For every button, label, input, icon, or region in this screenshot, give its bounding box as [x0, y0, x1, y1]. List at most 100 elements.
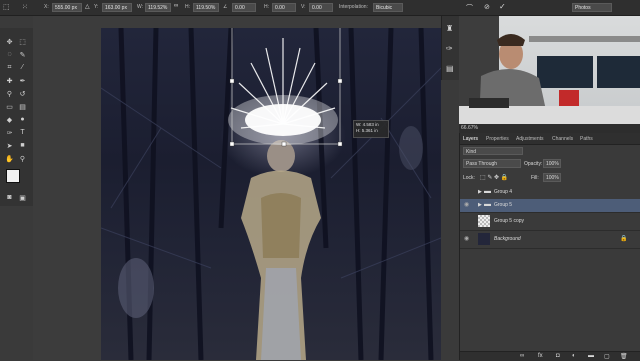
w-label: W: — [137, 4, 144, 10]
history-brush-tool-icon[interactable]: ↺ — [17, 88, 28, 99]
eyedropper-tool-icon[interactable]: ⁄ — [17, 62, 28, 73]
v-skew-field[interactable]: 0.00 — [309, 3, 333, 12]
x-label: X: — [44, 4, 49, 10]
delete-layer-icon[interactable]: 🗑 — [620, 353, 628, 360]
clone-stamp-tool-icon[interactable]: ⚲ — [4, 88, 15, 99]
warp-icon[interactable]: ⌒ — [466, 3, 473, 13]
tab-channels[interactable]: Channels — [552, 136, 573, 142]
interpolation-select[interactable]: Bicubic — [373, 3, 403, 12]
path-select-tool-icon[interactable]: ➤ — [4, 140, 15, 151]
width-field[interactable]: 119.52% — [145, 3, 171, 12]
visibility-toggle[interactable]: ◉ — [464, 202, 471, 209]
add-mask-icon[interactable]: ◘ — [556, 353, 560, 359]
gradient-tool-icon[interactable]: ▤ — [17, 101, 28, 112]
forest-photo — [101, 28, 441, 360]
shape-tool-icon[interactable]: ■ — [17, 140, 28, 151]
transform-width-readout: W: 4.583 in — [356, 122, 379, 127]
properties-panel-icon[interactable]: ✑ — [446, 44, 453, 53]
document-canvas[interactable]: W: 4.583 in H: 5.361 in — [101, 28, 441, 360]
transform-height-readout: H: 5.361 in — [356, 128, 378, 133]
lock-label: Lock: — [463, 175, 475, 181]
quick-select-tool-icon[interactable]: ✎ — [17, 49, 28, 60]
zoom-tool-icon[interactable]: ⚲ — [17, 153, 28, 164]
layer-row-background[interactable]: ◉ Background 🔒 — [460, 230, 640, 249]
layer-row-group-4[interactable]: ▶ ▬ Group 4 — [460, 186, 640, 200]
type-tool-icon[interactable]: T — [17, 127, 28, 138]
layer-row-group-5-copy[interactable]: Group 5 copy — [460, 212, 640, 231]
marquee-tool-icon[interactable]: ⬚ — [17, 36, 28, 47]
visibility-toggle[interactable]: ◉ — [464, 236, 471, 243]
workspace-select[interactable]: Photos — [572, 3, 612, 12]
tab-layers[interactable]: Layers — [463, 136, 478, 142]
reference-point-icon[interactable]: ⁙ — [22, 3, 28, 11]
x-field[interactable]: 555.00 px — [52, 3, 82, 12]
opacity-field[interactable]: 100% — [543, 159, 561, 168]
adjustments-panel-icon[interactable]: ♜ — [446, 24, 453, 33]
foreground-color-swatch[interactable] — [6, 169, 20, 183]
status-bar: 66.67% — [459, 124, 640, 133]
folder-icon: ▬ — [484, 188, 491, 195]
layer-thumbnail — [478, 215, 490, 227]
layer-name: Group 4 — [494, 189, 513, 195]
lasso-tool-icon[interactable]: ◌ — [4, 49, 15, 60]
blur-tool-icon[interactable]: ◆ — [4, 114, 15, 125]
y-label: Y: — [94, 4, 99, 10]
hand-tool-icon[interactable]: ✋ — [4, 153, 15, 164]
eraser-tool-icon[interactable]: ▭ — [4, 101, 15, 112]
interpolation-label: Interpolation: — [339, 4, 368, 10]
crop-tool-icon[interactable]: ⌗ — [4, 62, 15, 73]
disclosure-arrow-icon[interactable]: ▶ — [478, 189, 482, 195]
presenter-image — [459, 16, 640, 124]
new-layer-icon[interactable]: ▢ — [604, 353, 610, 360]
h-skew-label: H: — [264, 4, 269, 10]
lock-pixels-icon[interactable]: ⬚ ✎ ✥ 🔒 — [480, 174, 508, 181]
visibility-toggle[interactable] — [464, 218, 471, 225]
link-layers-icon[interactable]: ∞ — [520, 353, 524, 359]
adjustment-layer-icon[interactable]: ◐ — [572, 353, 576, 359]
filter-kind-select[interactable]: Kind — [463, 147, 523, 155]
h-skew-field[interactable]: 0.00 — [272, 3, 296, 12]
folder-icon: ▬ — [484, 201, 491, 208]
tool-preset-icon[interactable]: ⬚ — [3, 3, 10, 11]
blend-mode-select[interactable]: Pass Through — [463, 159, 521, 168]
panel-tabs: Layers Properties Adjustments Channels P… — [460, 133, 640, 145]
visibility-toggle[interactable] — [464, 189, 471, 196]
layer-name: Background — [494, 236, 521, 242]
fill-field[interactable]: 100% — [543, 173, 561, 182]
fx-icon[interactable]: fx — [538, 353, 543, 359]
new-group-icon[interactable]: ▬ — [588, 353, 594, 359]
filter-kind-label: Kind — [466, 149, 477, 155]
tab-paths[interactable]: Paths — [580, 136, 593, 142]
tab-properties[interactable]: Properties — [486, 136, 509, 142]
relative-position-icon[interactable]: △ — [85, 3, 90, 10]
lock-icon: 🔒 — [620, 236, 628, 242]
angle-field[interactable]: 0.00 — [232, 3, 256, 12]
opacity-label: Opacity: — [524, 161, 543, 167]
layer-name: Group 5 — [494, 202, 513, 208]
tab-adjustments[interactable]: Adjustments — [516, 136, 544, 142]
dodge-tool-icon[interactable]: ● — [17, 114, 28, 125]
brush-tool-icon[interactable]: ✒ — [17, 75, 28, 86]
pen-tool-icon[interactable]: ✑ — [4, 127, 15, 138]
screen-mode-icon[interactable]: ▣ — [17, 192, 28, 203]
angle-label: ∠ — [223, 4, 228, 10]
layer-thumbnail — [478, 233, 490, 245]
disclosure-arrow-icon[interactable]: ▶ — [478, 202, 482, 208]
commit-transform-icon[interactable]: ✓ — [499, 2, 506, 11]
zoom-level: 66.67% — [461, 125, 478, 131]
height-field[interactable]: 119.50% — [193, 3, 219, 12]
layers-panel: Layers Properties Adjustments Channels P… — [459, 133, 640, 361]
move-tool-icon[interactable]: ✥ — [4, 36, 15, 47]
v-skew-label: V: — [301, 4, 306, 10]
link-icon[interactable]: ∞ — [174, 3, 178, 9]
layer-list: ▶ ▬ Group 4 ◉ ▶ ▬ Group 5 Group 5 copy ◉… — [460, 186, 640, 306]
presenter-video — [459, 16, 640, 124]
cancel-transform-icon[interactable]: ⊘ — [484, 3, 490, 11]
options-bar: ⬚ ⁙ X: 555.00 px △ Y: 163.00 px W: 119.5… — [0, 0, 640, 16]
tools-panel: ✥ ⬚ ◌ ✎ ⌗ ⁄ ✚ ✒ ⚲ ↺ ▭ ▤ ◆ ● ✑ T ➤ ■ ✋ ⚲ … — [0, 28, 34, 206]
healing-tool-icon[interactable]: ✚ — [4, 75, 15, 86]
quick-mask-icon[interactable]: ◙ — [4, 192, 15, 203]
history-panel-icon[interactable]: ▤ — [446, 64, 454, 73]
y-field[interactable]: 163.00 px — [102, 3, 132, 12]
layer-row-group-5[interactable]: ◉ ▶ ▬ Group 5 — [460, 199, 640, 213]
